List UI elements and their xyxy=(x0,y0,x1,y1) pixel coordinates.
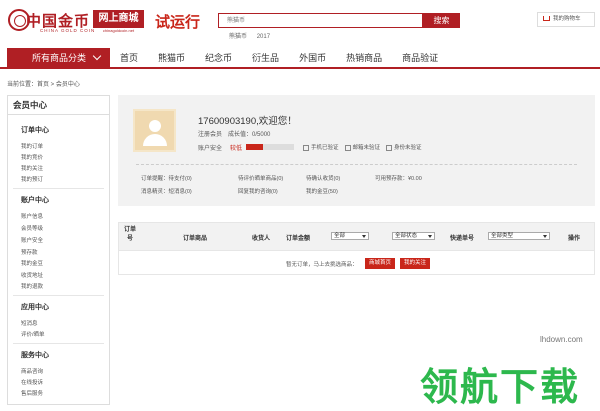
hot-keyword[interactable]: 熊猫币 xyxy=(229,34,247,40)
sidebar-item-reviews[interactable]: 评价/晒单 xyxy=(21,330,45,338)
sidebar-item-security[interactable]: 账户安全 xyxy=(21,236,43,244)
sidebar-item-messages[interactable]: 短消息 xyxy=(21,319,38,327)
breadcrumb: 当前位置：首页 > 会员中心 xyxy=(7,82,80,88)
sidebar-item-consult[interactable]: 商品咨询 xyxy=(21,367,43,375)
safety-progress-bar xyxy=(246,144,294,150)
sidebar-divider xyxy=(13,188,104,189)
stat-messages[interactable]: 消息精灵：短消息(0) xyxy=(141,187,192,195)
stat-pending-receipt[interactable]: 待确认收货(0) xyxy=(306,174,340,182)
verification-status: 手机已验证 邮箱未验证 身份未验证 xyxy=(303,143,422,151)
sidebar-section-title: 账户中心 xyxy=(21,197,49,204)
stat-balance[interactable]: 可用预存款：¥0.00 xyxy=(375,174,422,182)
my-follows-button[interactable]: 我的关注 xyxy=(400,258,430,269)
member-level: 注册会员 成长值：0/5000 xyxy=(198,129,276,138)
avatar[interactable] xyxy=(133,109,176,152)
col-order-items: 订单商品 xyxy=(182,236,207,242)
search-button[interactable]: 搜索 xyxy=(423,13,460,28)
cart-button[interactable]: 我的购物车 xyxy=(537,12,595,27)
nav-item-panda[interactable]: 熊猫币 xyxy=(148,48,195,68)
online-mall-url: chinagoldcoin.net xyxy=(102,28,135,33)
cart-icon xyxy=(543,16,550,22)
trial-label: 试运行 xyxy=(155,14,201,31)
sidebar-item-deposit[interactable]: 预存款 xyxy=(21,248,38,256)
sidebar-title: 会员中心 xyxy=(7,95,110,115)
sidebar-item-aftersales[interactable]: 售后服务 xyxy=(21,389,43,397)
sidebar-item-member-level[interactable]: 会员等级 xyxy=(21,224,43,232)
sidebar-item-beans[interactable]: 我的金豆 xyxy=(21,259,43,267)
stat-beans[interactable]: 我的金豆(50) xyxy=(306,187,338,195)
hot-keyword[interactable]: 2017 xyxy=(257,34,270,40)
sidebar-item-preorders[interactable]: 我的预订 xyxy=(21,175,43,183)
col-tracking-no: 快递单号 xyxy=(449,236,474,242)
sidebar-item-bids[interactable]: 我的竞价 xyxy=(21,153,43,161)
nav-item-verify[interactable]: 商品验证 xyxy=(392,48,448,68)
sidebar-section-title: 应用中心 xyxy=(21,304,49,311)
sidebar-item-orders[interactable]: 我的订单 xyxy=(21,142,43,150)
nav-item-foreign[interactable]: 外国币 xyxy=(289,48,336,68)
empty-orders-text: 暂无订单，马上去挑选商品： xyxy=(286,262,358,268)
mall-home-button[interactable]: 商城首页 xyxy=(365,258,395,269)
sidebar-section-title: 订单中心 xyxy=(21,127,49,134)
profile-divider xyxy=(136,164,577,165)
type-filter-select[interactable]: 全部类型 xyxy=(488,232,550,240)
status-filter-select[interactable]: 全部状态 xyxy=(392,232,435,240)
time-filter-select[interactable]: 全部 xyxy=(331,232,369,240)
stat-pending-review[interactable]: 待评价晒单商品(0) xyxy=(238,174,283,182)
member-type: 注册会员 xyxy=(198,132,223,138)
stat-consult-replies[interactable]: 回复我的咨询(0) xyxy=(238,187,278,195)
welcome-text: 17600903190,欢迎您！ xyxy=(198,116,297,127)
all-categories-label: 所有商品分类 xyxy=(32,53,87,63)
sidebar-item-complaint[interactable]: 在线投诉 xyxy=(21,378,43,386)
all-categories-button[interactable]: 所有商品分类 xyxy=(7,48,110,68)
col-actions: 操作 xyxy=(567,236,580,242)
id-verify-link[interactable]: 身份未验证 xyxy=(386,143,422,151)
chevron-down-icon xyxy=(92,51,102,61)
avatar-body-icon xyxy=(143,134,167,146)
hot-keywords: 熊猫币 2017 xyxy=(229,31,278,40)
col-amount: 订单金额 xyxy=(285,236,310,242)
watermark-url: lhdown.com xyxy=(540,335,583,344)
online-mall-badge: 网上商城 xyxy=(93,10,144,28)
sidebar-item-address[interactable]: 收货地址 xyxy=(21,271,43,279)
safety-progress-fill xyxy=(246,144,263,150)
sidebar-section-title: 服务中心 xyxy=(21,352,49,359)
nav-item-bestsellers[interactable]: 热销商品 xyxy=(336,48,392,68)
logo-subtext: CHINA GOLD COIN xyxy=(40,28,96,33)
col-receiver: 收货人 xyxy=(251,236,270,242)
col-order-no: 订单号 xyxy=(124,227,137,242)
cart-label: 我的购物车 xyxy=(553,16,581,22)
nav-item-derivatives[interactable]: 衍生品 xyxy=(242,48,289,68)
sidebar-item-account-info[interactable]: 账户信息 xyxy=(21,212,43,220)
sidebar-item-refunds[interactable]: 我的退款 xyxy=(21,282,43,290)
main-nav: 首页 熊猫币 纪念币 衍生品 外国币 热销商品 商品验证 xyxy=(110,48,448,68)
email-verify-link[interactable]: 邮箱未验证 xyxy=(345,143,381,151)
sidebar-divider xyxy=(13,343,104,344)
growth-value: 成长值：0/5000 xyxy=(228,132,271,138)
search-input[interactable] xyxy=(219,14,422,27)
stat-pending-payment[interactable]: 订单提醒：待支付(0) xyxy=(141,174,192,182)
safety-label: 账户安全 xyxy=(198,146,223,152)
safety-level: 较低 xyxy=(230,146,243,152)
phone-verified-link[interactable]: 手机已验证 xyxy=(303,143,339,151)
avatar-head-icon xyxy=(149,120,161,132)
search-field[interactable] xyxy=(218,13,423,28)
sidebar-divider xyxy=(13,295,104,296)
nav-item-home[interactable]: 首页 xyxy=(110,48,148,68)
sidebar-item-follows[interactable]: 我的关注 xyxy=(21,164,43,172)
nav-item-commemorative[interactable]: 纪念币 xyxy=(195,48,242,68)
watermark-text: 领航下载 xyxy=(420,365,581,409)
